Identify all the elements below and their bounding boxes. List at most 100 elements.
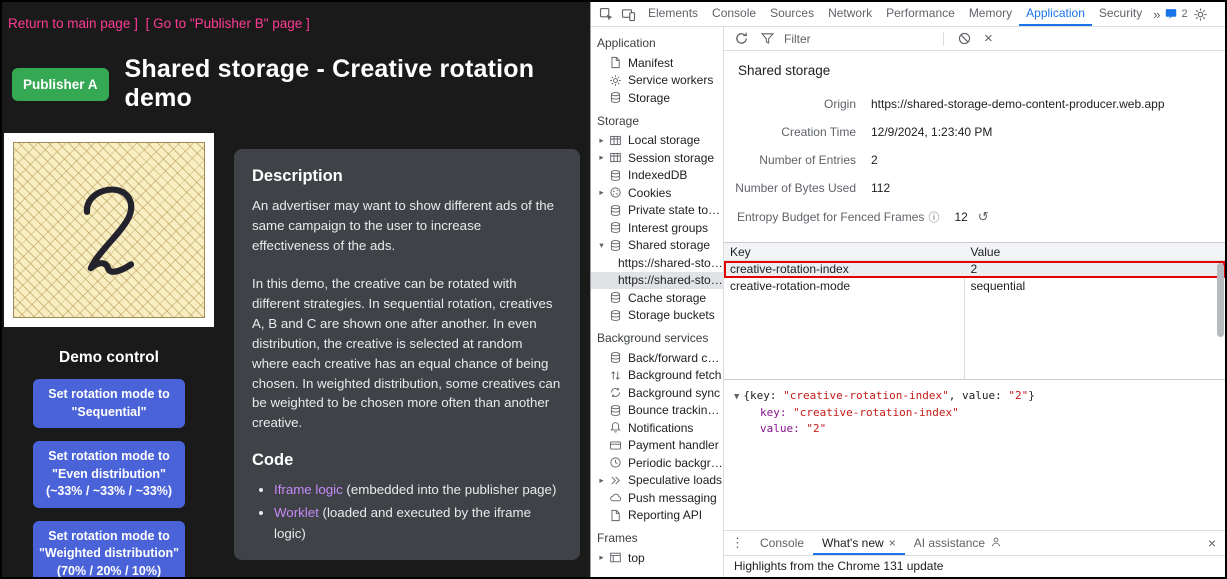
sidebar-item-top[interactable]: ▸top [591, 549, 723, 567]
expander-icon[interactable]: ▸ [596, 475, 607, 486]
sidebar-item-session-storage[interactable]: ▸Session storage [591, 149, 723, 167]
rotation-mode-button-1[interactable]: Set rotation mode to "Sequential" [33, 379, 185, 428]
sidebar-item-cache-storage[interactable]: Cache storage [591, 289, 723, 307]
preview-summary-line[interactable]: ▼{key: "creative-rotation-index", value:… [734, 388, 1215, 405]
sidebar-item-label: Push messaging [628, 491, 717, 505]
collapse-triangle-icon[interactable]: ▼ [734, 392, 739, 402]
expander-icon[interactable]: ▸ [596, 152, 607, 163]
database-icon [608, 91, 623, 105]
expander-icon[interactable]: ▾ [596, 240, 607, 251]
key-column-header[interactable]: Key [724, 243, 964, 260]
devtools-panel: ElementsConsoleSourcesNetworkPerformance… [590, 2, 1225, 577]
sidebar-item-background-fetch[interactable]: Background fetch [591, 367, 723, 385]
rotation-mode-button-2[interactable]: Set rotation mode to "Even distribution"… [33, 441, 185, 508]
scrollbar-thumb[interactable] [1217, 263, 1224, 337]
drawer-tab-console-2[interactable]: Console [751, 531, 813, 555]
shared-storage-main: Filter × Shared storage Originhttps://sh… [724, 27, 1225, 577]
drawer-tab-label: Console [760, 536, 804, 550]
issues-icon [1164, 7, 1178, 21]
filter-icon [756, 28, 778, 50]
sidebar-item-storage-buckets[interactable]: Storage buckets [591, 307, 723, 325]
publisher-b-link[interactable]: [ Go to "Publisher B" page ] [146, 16, 310, 31]
table-icon [608, 151, 623, 165]
device-toolbar-icon[interactable] [617, 3, 639, 25]
sidebar-item-local-storage[interactable]: ▸Local storage [591, 132, 723, 150]
sidebar-item-private-state-tokens[interactable]: Private state tokens [591, 202, 723, 220]
reset-budget-icon[interactable]: ↺ [978, 209, 989, 225]
storage-table-row-2[interactable]: creative-rotation-modesequential [724, 278, 1225, 295]
gear-icon[interactable] [1190, 3, 1212, 25]
issues-badge[interactable]: 2 [1164, 7, 1187, 21]
description-paragraph-2: In this demo, the creative can be rotate… [252, 274, 562, 434]
devtools-tab-memory[interactable]: Memory [962, 2, 1019, 26]
preview-entry-key: key: [760, 406, 793, 419]
storage-value-cell: 2 [964, 261, 977, 278]
sidebar-item-indexeddb[interactable]: IndexedDB [591, 167, 723, 185]
devtools-tab-performance[interactable]: Performance [879, 2, 962, 26]
demo-control-title: Demo control [2, 349, 216, 367]
sidebar-item-service-workers[interactable]: Service workers [591, 72, 723, 90]
drawer-close-icon[interactable]: × [1199, 535, 1225, 551]
sidebar-item-label: Storage buckets [628, 308, 715, 322]
storage-metadata: Originhttps://shared-storage-demo-conten… [724, 80, 1225, 236]
devtools-tab-network[interactable]: Network [821, 2, 879, 26]
filter-input[interactable]: Filter [756, 28, 934, 50]
application-sidebar: ApplicationManifestService workersStorag… [591, 27, 724, 577]
info-icon[interactable]: ⓘ [928, 212, 939, 224]
sidebar-item-speculative-loads[interactable]: ▸Speculative loads [591, 472, 723, 490]
preview-entry-key: value: [760, 422, 806, 435]
sidebar-item-periodic-backgroun[interactable]: Periodic backgroun… [591, 454, 723, 472]
expander-icon[interactable]: ▸ [596, 552, 607, 563]
block-icon[interactable] [953, 28, 975, 50]
drawer-tab-what-s-new[interactable]: What's new× [813, 531, 905, 555]
sidebar-item-notifications[interactable]: Notifications [591, 419, 723, 437]
drawer-tab-close-icon[interactable]: × [889, 536, 896, 550]
sidebar-item-interest-groups[interactable]: Interest groups [591, 219, 723, 237]
kebab-menu-icon[interactable]: ⋮ [1214, 6, 1227, 23]
sidebar-item-https-shared-storage-2[interactable]: https://shared-storage… [591, 272, 723, 290]
code-link-iframe-logic[interactable]: Iframe logic [274, 482, 343, 497]
sidebar-item-manifest[interactable]: Manifest [591, 54, 723, 72]
devtools-tab-console[interactable]: Console [705, 2, 763, 26]
sidebar-item-label: Reporting API [628, 508, 702, 522]
clock-icon [608, 456, 623, 470]
preview-summary-part: "2" [1008, 389, 1028, 402]
delete-selected-icon[interactable]: × [979, 30, 998, 47]
devtools-tab-security[interactable]: Security [1092, 2, 1149, 26]
sidebar-item-https-shared-storage[interactable]: https://shared-storage… [591, 254, 723, 272]
sidebar-item-shared-storage[interactable]: ▾Shared storage [591, 237, 723, 255]
rotation-mode-button-3[interactable]: Set rotation mode to "Weighted distribut… [33, 521, 185, 578]
sidebar-item-push-messaging[interactable]: Push messaging [591, 489, 723, 507]
more-tabs-icon[interactable]: » [1149, 7, 1164, 22]
drawer-tab-ai-assistance[interactable]: AI assistance [905, 531, 1011, 555]
sidebar-item-storage[interactable]: Storage [591, 89, 723, 107]
sidebar-item-reporting-api[interactable]: Reporting API [591, 507, 723, 525]
expander-icon[interactable]: ▸ [596, 135, 607, 146]
devtools-tab-sources[interactable]: Sources [763, 2, 821, 26]
sidebar-item-cookies[interactable]: ▸Cookies [591, 184, 723, 202]
inspect-icon[interactable] [595, 3, 617, 25]
code-link-worklet[interactable]: Worklet [274, 505, 319, 520]
sidebar-item-bounce-tracking-miti[interactable]: Bounce tracking miti… [591, 402, 723, 420]
table-scrollbar[interactable] [1217, 263, 1224, 377]
database-icon [608, 203, 623, 217]
sidebar-item-background-sync[interactable]: Background sync [591, 384, 723, 402]
page-body: Demo control Set rotation mode to "Seque… [2, 133, 590, 577]
publisher-page: Return to main page ] [ Go to "Publisher… [2, 2, 590, 577]
drawer-kebab-icon[interactable]: ⋮ [724, 535, 751, 551]
preview-entry-value: "creative-rotation-index" [793, 406, 959, 419]
expander-icon[interactable]: ▸ [596, 187, 607, 198]
database-icon [608, 403, 623, 417]
sidebar-item-label: https://shared-storage… [618, 256, 723, 270]
issues-count: 2 [1181, 8, 1187, 20]
devtools-tab-elements[interactable]: Elements [641, 2, 705, 26]
storage-table-row-1[interactable]: creative-rotation-index2 [724, 261, 1225, 278]
value-column-header[interactable]: Value [964, 243, 1000, 260]
sidebar-item-payment-handler[interactable]: Payment handler [591, 437, 723, 455]
frame-icon [608, 551, 623, 565]
return-main-link[interactable]: Return to main page ] [8, 16, 138, 31]
sidebar-item-back-forward-cache[interactable]: Back/forward cache [591, 349, 723, 367]
devtools-tab-application[interactable]: Application [1019, 2, 1092, 26]
refresh-icon[interactable] [730, 28, 752, 50]
code-list-item-1: Iframe logic (embedded into the publishe… [274, 480, 562, 501]
